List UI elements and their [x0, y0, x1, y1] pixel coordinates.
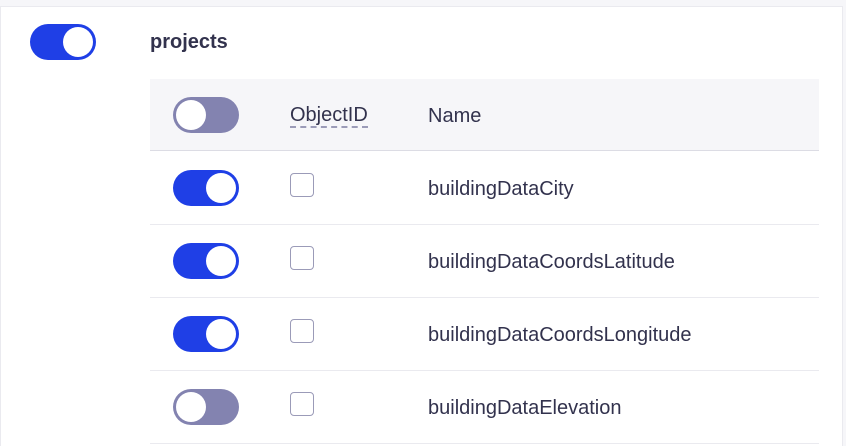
row-checkbox-buildingDataCity[interactable] — [290, 173, 314, 197]
row-checkbox-buildingDataElevation[interactable] — [290, 392, 314, 416]
toggle-knob — [63, 27, 93, 57]
row-toggle-buildingDataElevation[interactable] — [173, 389, 239, 425]
row-checkbox-buildingDataCoordsLongitude[interactable] — [290, 319, 314, 343]
permissions-panel — [0, 6, 843, 446]
objectid-column-header[interactable]: ObjectID — [290, 104, 368, 128]
section-title: projects — [150, 31, 228, 53]
row-name: buildingDataCoordsLongitude — [428, 324, 692, 346]
row-divider — [150, 443, 819, 444]
row-name: buildingDataCoordsLatitude — [428, 251, 675, 273]
row-toggle-buildingDataCoordsLatitude[interactable] — [173, 243, 239, 279]
row-checkbox-buildingDataCoordsLatitude[interactable] — [290, 246, 314, 270]
section-toggle[interactable] — [30, 24, 96, 60]
row-toggle-buildingDataCoordsLongitude[interactable] — [173, 316, 239, 352]
row-name: buildingDataElevation — [428, 397, 622, 419]
name-column-header: Name — [428, 105, 482, 127]
toggle-knob — [206, 319, 236, 349]
row-divider — [150, 224, 819, 225]
toggle-knob — [176, 392, 206, 422]
row-toggle-buildingDataCity[interactable] — [173, 170, 239, 206]
toggle-knob — [176, 100, 206, 130]
toggle-knob — [206, 246, 236, 276]
row-divider — [150, 370, 819, 371]
table-header — [150, 79, 819, 151]
select-all-toggle[interactable] — [173, 97, 239, 133]
row-name: buildingDataCity — [428, 178, 574, 200]
row-divider — [150, 297, 819, 298]
toggle-knob — [206, 173, 236, 203]
